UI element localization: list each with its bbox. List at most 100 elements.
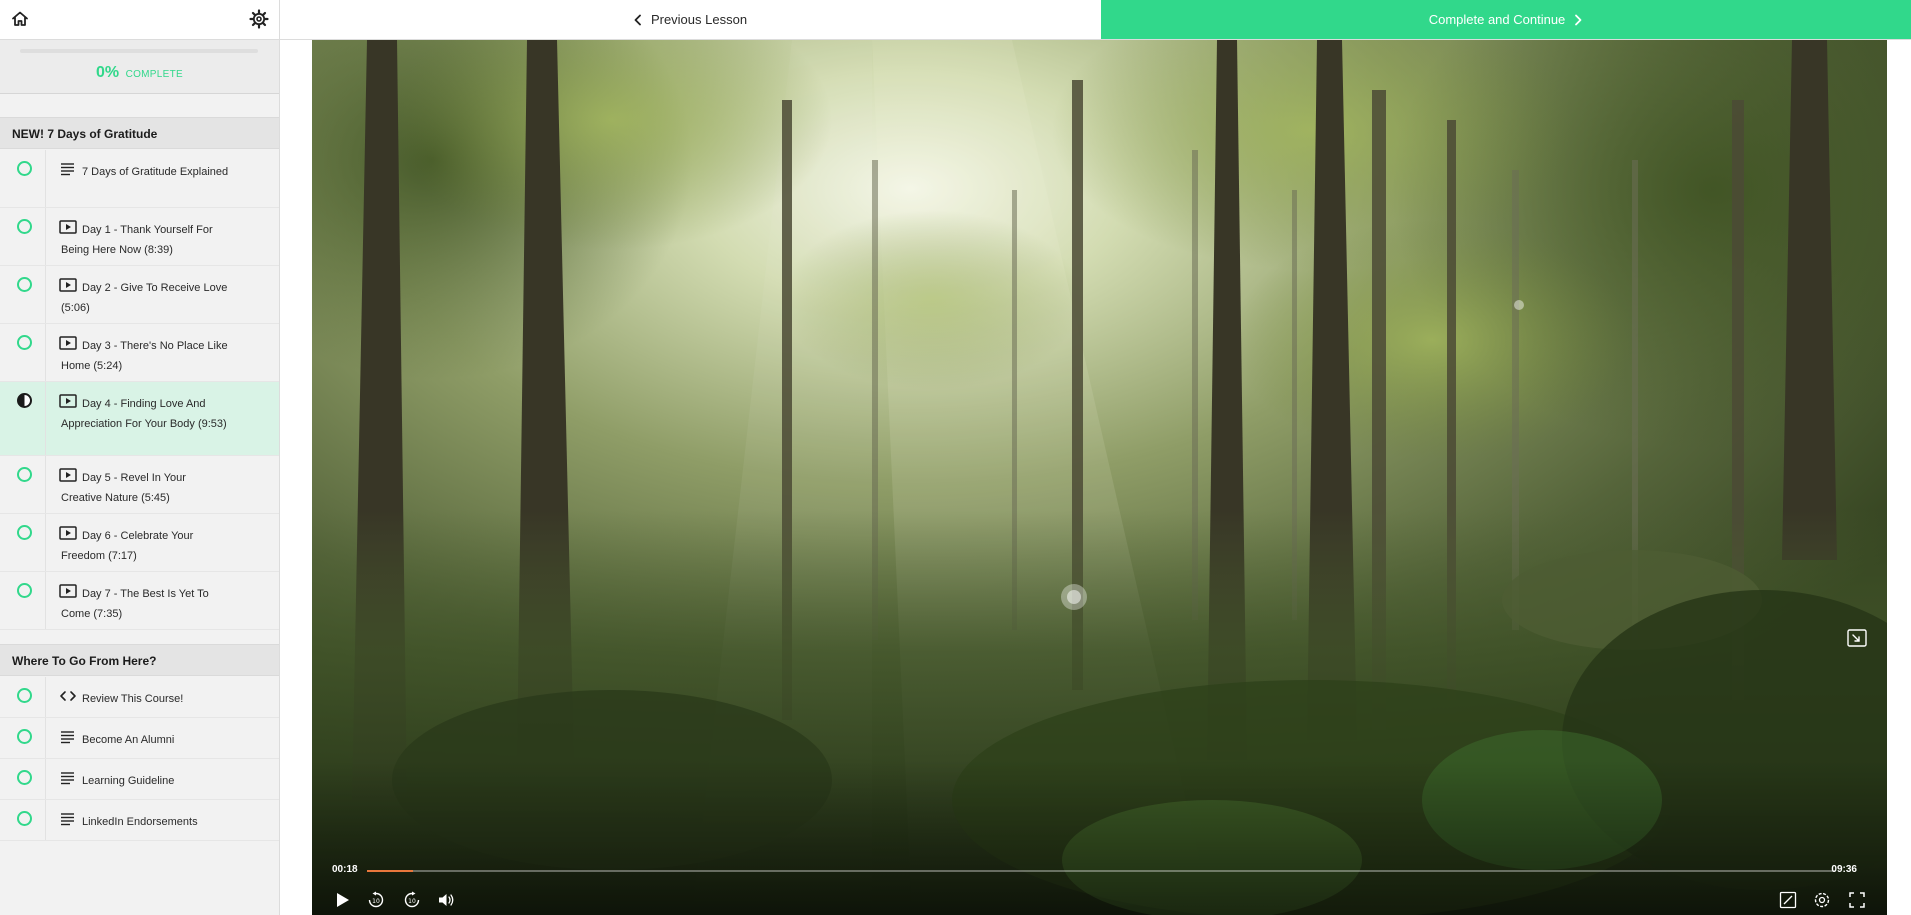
- lesson-divider: [45, 324, 46, 381]
- lesson-title: Become An Alumni: [0, 718, 279, 750]
- incomplete-status-icon[interactable]: [17, 583, 32, 598]
- video-lesson-icon: [59, 526, 77, 540]
- video-lesson-icon: [59, 394, 77, 408]
- lesson-nav-bar: Previous Lesson Complete and Continue: [280, 0, 1911, 40]
- lesson-title-text: Review This Course!: [82, 693, 184, 705]
- notes-icon[interactable]: [1778, 890, 1798, 910]
- lesson-divider: [45, 759, 46, 799]
- lesson-item[interactable]: 7 Days of Gratitude Explained: [0, 150, 279, 208]
- lesson-item[interactable]: Become An Alumni: [0, 718, 279, 759]
- lesson-title: Day 5 - Revel In Your Creative Nature (5…: [0, 456, 279, 508]
- video-frame-forest: [312, 40, 1887, 915]
- section-header: NEW! 7 Days of Gratitude: [0, 117, 279, 149]
- play-icon[interactable]: [332, 890, 352, 910]
- incomplete-status-icon[interactable]: [17, 161, 32, 176]
- video-lesson-icon: [59, 278, 77, 292]
- in-progress-status-icon[interactable]: [17, 393, 32, 408]
- lesson-title-text: Become An Alumni: [82, 734, 175, 746]
- lesson-item[interactable]: Day 5 - Revel In Your Creative Nature (5…: [0, 456, 279, 514]
- progress-text: 0% COMPLETE: [0, 64, 279, 82]
- lesson-divider: [45, 718, 46, 758]
- chevron-right-icon: [1575, 14, 1582, 25]
- home-icon[interactable]: [9, 8, 31, 30]
- incomplete-status-icon[interactable]: [17, 811, 32, 826]
- fullscreen-icon[interactable]: [1847, 890, 1867, 910]
- current-time: 00:18: [332, 864, 358, 875]
- svg-text:10: 10: [372, 898, 380, 905]
- lesson-item[interactable]: Review This Course!: [0, 677, 279, 718]
- incomplete-status-icon[interactable]: [17, 219, 32, 234]
- lesson-title-text: 7 Days of Gratitude Explained: [82, 166, 229, 178]
- lesson-title: Day 6 - Celebrate Your Freedom (7:17): [0, 514, 279, 566]
- video-scrubber[interactable]: [367, 870, 1835, 872]
- video-settings-icon[interactable]: [1812, 890, 1832, 910]
- lesson-item[interactable]: Day 4 - Finding Love And Appreciation Fo…: [0, 382, 279, 456]
- lesson-title: Day 4 - Finding Love And Appreciation Fo…: [0, 382, 279, 434]
- incomplete-status-icon[interactable]: [17, 277, 32, 292]
- video-controls: 00:18 09:36 10 10: [312, 850, 1887, 915]
- lesson-divider: [45, 677, 46, 717]
- lesson-divider: [45, 572, 46, 629]
- course-sidebar: 0% COMPLETE NEW! 7 Days of Gratitude 7 D…: [0, 0, 280, 915]
- lesson-title-text: LinkedIn Endorsements: [82, 816, 198, 828]
- rewind-10-icon[interactable]: 10: [366, 890, 386, 910]
- incomplete-status-icon[interactable]: [17, 729, 32, 744]
- text-lesson-icon: [59, 162, 77, 176]
- course-progress: 0% COMPLETE: [0, 40, 279, 94]
- scrubber-played: [367, 870, 413, 872]
- lesson-divider: [45, 208, 46, 265]
- lesson-title: Day 2 - Give To Receive Love (5:06): [0, 266, 279, 318]
- complete-and-continue-label: Complete and Continue: [1428, 12, 1566, 27]
- lesson-divider: [45, 514, 46, 571]
- forward-10-icon[interactable]: 10: [402, 890, 422, 910]
- text-lesson-icon: [59, 730, 77, 744]
- incomplete-status-icon[interactable]: [17, 770, 32, 785]
- sidebar-top-bar: [0, 0, 279, 40]
- picture-in-picture-icon[interactable]: [1847, 629, 1867, 647]
- chevron-left-icon: [634, 14, 641, 25]
- lesson-title-text: Day 7 - The Best Is Yet To Come (7:35): [61, 588, 209, 620]
- total-time: 09:36: [1831, 864, 1857, 875]
- progress-percent: 0%: [96, 64, 120, 81]
- complete-and-continue-button[interactable]: Complete and Continue: [1101, 0, 1911, 39]
- lesson-title-text: Day 3 - There's No Place Like Home (5:24…: [61, 340, 228, 372]
- lesson-title: Day 7 - The Best Is Yet To Come (7:35): [0, 572, 279, 624]
- lesson-title: LinkedIn Endorsements: [0, 800, 279, 832]
- code-lesson-icon: [59, 689, 77, 703]
- lesson-item[interactable]: Day 1 - Thank Yourself For Being Here No…: [0, 208, 279, 266]
- lesson-title: Learning Guideline: [0, 759, 279, 791]
- gear-icon[interactable]: [248, 8, 270, 30]
- lesson-title-text: Day 6 - Celebrate Your Freedom (7:17): [61, 530, 194, 562]
- previous-lesson-button[interactable]: Previous Lesson: [280, 0, 1100, 39]
- svg-text:10: 10: [408, 898, 416, 905]
- incomplete-status-icon[interactable]: [17, 467, 32, 482]
- lesson-title: 7 Days of Gratitude Explained: [0, 150, 279, 182]
- lesson-divider: [45, 456, 46, 513]
- text-lesson-icon: [59, 812, 77, 826]
- lesson-title: Review This Course!: [0, 677, 279, 709]
- lesson-divider: [45, 150, 46, 207]
- progress-bar: [20, 49, 258, 53]
- lesson-item[interactable]: Learning Guideline: [0, 759, 279, 800]
- lesson-item[interactable]: LinkedIn Endorsements: [0, 800, 279, 841]
- section-header: Where To Go From Here?: [0, 644, 279, 676]
- text-lesson-icon: [59, 771, 77, 785]
- lesson-list: Review This Course! Become An Alumni Learn…: [0, 677, 279, 841]
- lesson-item[interactable]: Day 6 - Celebrate Your Freedom (7:17): [0, 514, 279, 572]
- lesson-list: 7 Days of Gratitude Explained Day 1 - Tha…: [0, 150, 279, 630]
- incomplete-status-icon[interactable]: [17, 335, 32, 350]
- lesson-title-text: Day 2 - Give To Receive Love (5:06): [61, 282, 228, 314]
- lesson-item[interactable]: Day 2 - Give To Receive Love (5:06): [0, 266, 279, 324]
- volume-icon[interactable]: [436, 890, 456, 910]
- lesson-item[interactable]: Day 7 - The Best Is Yet To Come (7:35): [0, 572, 279, 630]
- lesson-title: Day 1 - Thank Yourself For Being Here No…: [0, 208, 279, 260]
- video-player[interactable]: 00:18 09:36 10 10: [312, 40, 1887, 915]
- lesson-divider: [45, 800, 46, 840]
- video-lesson-icon: [59, 336, 77, 350]
- incomplete-status-icon[interactable]: [17, 688, 32, 703]
- incomplete-status-icon[interactable]: [17, 525, 32, 540]
- video-lesson-icon: [59, 584, 77, 598]
- previous-lesson-label: Previous Lesson: [650, 12, 748, 27]
- lesson-item[interactable]: Day 3 - There's No Place Like Home (5:24…: [0, 324, 279, 382]
- video-lesson-icon: [59, 468, 77, 482]
